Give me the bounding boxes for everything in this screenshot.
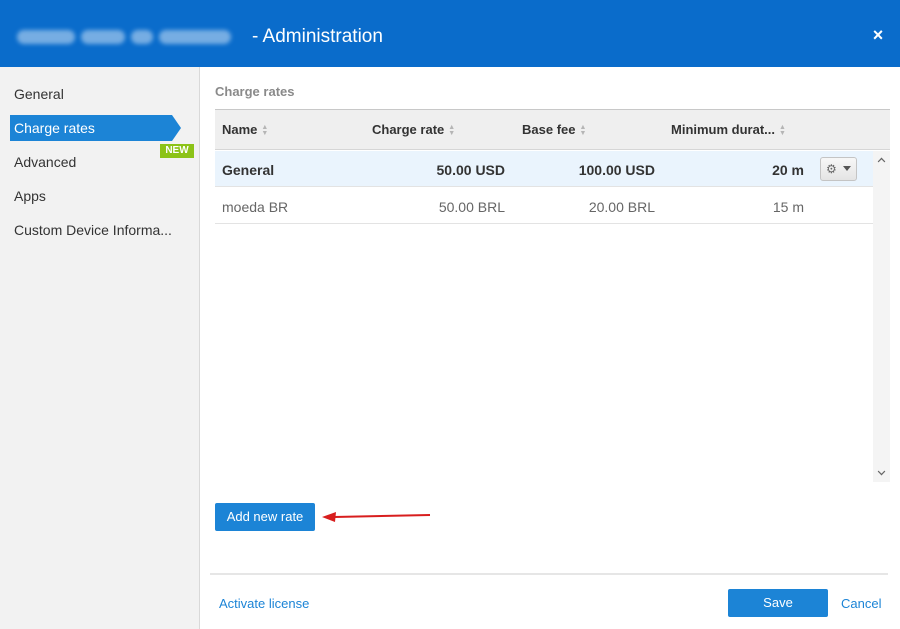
cell-name: General (222, 162, 275, 178)
charge-rates-table: Name ▲ ▼ Charge rate ▲ ▼ Base fee ▲ ▼ Minimum … (215, 109, 890, 482)
sidebar-item-apps[interactable]: Apps (14, 186, 46, 206)
sidebar-item-advanced[interactable]: Advanced (14, 152, 76, 172)
arrow-annotation (322, 512, 431, 522)
row-actions-button[interactable]: ⚙ (820, 157, 857, 181)
sidebar-item-general[interactable]: General (14, 84, 64, 104)
sort-icon: ▲ ▼ (579, 123, 587, 137)
sort-icon: ▲ ▼ (779, 123, 786, 137)
title-bar: - Administration × (0, 0, 900, 67)
close-icon[interactable]: × (866, 23, 890, 47)
activate-license-link[interactable]: Activate license (219, 595, 309, 613)
cell-minimum-duration: 15 m (772, 199, 804, 215)
table-row[interactable]: moeda BR 50.00 BRL 20.00 BRL 15 m (215, 188, 873, 224)
add-new-rate-button[interactable]: Add new rate (215, 503, 315, 531)
sidebar-item-charge-rates[interactable]: Charge rates (10, 115, 181, 141)
cell-charge-rate: 50.00 USD (436, 162, 505, 178)
column-header-minimum-duration[interactable]: Minimum durat... ▲ ▼ (671, 122, 786, 137)
footer-divider (210, 573, 888, 575)
column-header-name[interactable]: Name ▲ ▼ (222, 122, 268, 137)
save-button[interactable]: Save (728, 589, 828, 617)
scroll-up-icon[interactable] (877, 157, 886, 166)
sort-icon: ▲ ▼ (448, 123, 456, 137)
cell-minimum-duration: 20 m (772, 162, 804, 178)
sort-icon: ▲ ▼ (261, 123, 269, 137)
vertical-scrollbar[interactable] (873, 151, 890, 482)
new-badge: NEW (160, 144, 194, 158)
cell-base-fee: 100.00 USD (578, 162, 655, 178)
section-title: Charge rates (215, 84, 295, 99)
table-row[interactable]: General 50.00 USD 100.00 USD 20 m ⚙ (215, 151, 873, 187)
cell-base-fee: 20.00 BRL (588, 199, 655, 215)
redacted-app-name (17, 27, 247, 47)
column-header-charge-rate[interactable]: Charge rate ▲ ▼ (372, 122, 455, 137)
cancel-link[interactable]: Cancel (841, 595, 881, 613)
scroll-down-icon[interactable] (877, 467, 886, 476)
column-header-base-fee[interactable]: Base fee ▲ ▼ (522, 122, 586, 137)
caret-down-icon (843, 166, 851, 171)
cell-name: moeda BR (222, 199, 289, 215)
table-header: Name ▲ ▼ Charge rate ▲ ▼ Base fee ▲ ▼ Minimum … (215, 110, 890, 150)
gear-icon: ⚙ (826, 162, 837, 176)
window-title: - Administration (252, 26, 383, 47)
cell-charge-rate: 50.00 BRL (438, 199, 505, 215)
sidebar-item-custom-device-information[interactable]: Custom Device Informa... (14, 220, 172, 240)
